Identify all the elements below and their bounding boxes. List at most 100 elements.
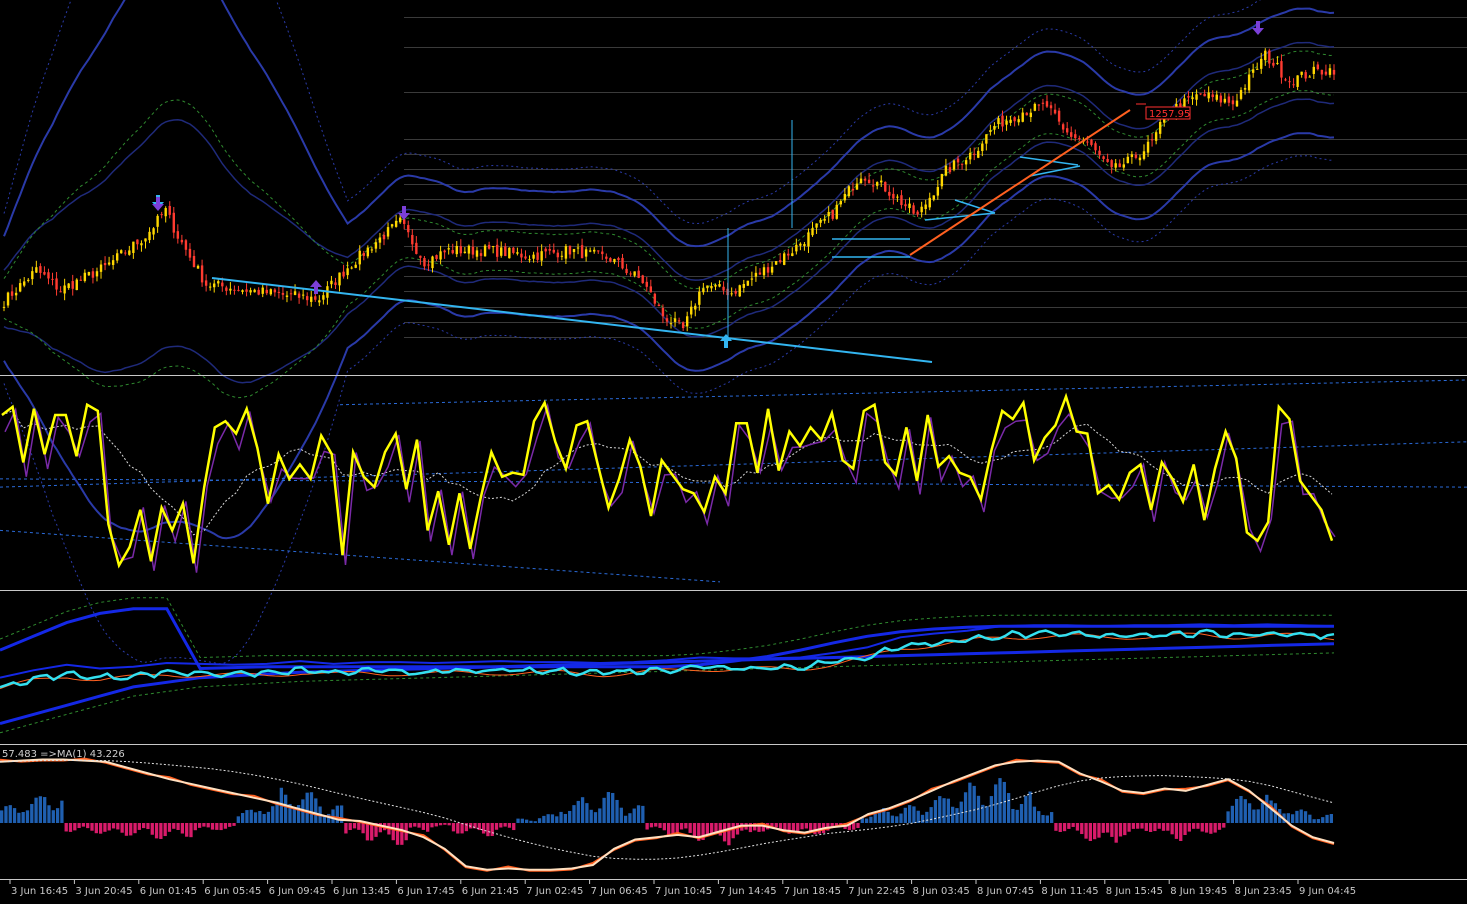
candle bbox=[1061, 124, 1065, 130]
candle bbox=[237, 289, 240, 291]
candle bbox=[738, 285, 741, 297]
candle bbox=[1142, 151, 1146, 159]
histogram-bar bbox=[1235, 798, 1239, 823]
candle bbox=[863, 178, 867, 181]
candle bbox=[597, 250, 600, 252]
candle bbox=[685, 316, 689, 327]
candle bbox=[649, 286, 653, 293]
candle bbox=[1033, 103, 1037, 111]
candle bbox=[91, 271, 95, 278]
histogram-bar bbox=[688, 823, 692, 833]
histogram-bar bbox=[593, 812, 598, 823]
histogram-bar bbox=[920, 814, 925, 823]
histogram-bar bbox=[537, 818, 542, 823]
histogram-bar bbox=[1110, 823, 1114, 837]
trading-chart: 3 Jun 16:45 3 Jun 20:45 6 Jun 01:45 6 Jun 0… bbox=[0, 0, 1467, 904]
histogram-bar bbox=[142, 823, 146, 829]
candle bbox=[576, 247, 580, 249]
histogram-bar bbox=[133, 823, 137, 834]
histogram-bar bbox=[447, 823, 451, 826]
candle bbox=[629, 273, 632, 275]
histogram-bar bbox=[258, 811, 262, 823]
histogram-bar bbox=[852, 823, 856, 830]
candle bbox=[690, 306, 693, 315]
candle bbox=[601, 251, 604, 255]
histogram-bar bbox=[284, 794, 288, 823]
candle bbox=[463, 251, 467, 253]
candle bbox=[819, 219, 822, 223]
histogram-bar bbox=[206, 823, 210, 828]
candle bbox=[673, 318, 677, 322]
candle bbox=[694, 305, 697, 310]
candle bbox=[1324, 71, 1328, 75]
candle bbox=[1057, 110, 1061, 122]
histogram-bar bbox=[1290, 814, 1295, 823]
histogram-bar bbox=[68, 823, 73, 832]
candle bbox=[148, 231, 151, 241]
candle bbox=[277, 291, 281, 293]
histogram-bar bbox=[942, 798, 946, 823]
candle bbox=[1288, 81, 1291, 83]
candle bbox=[952, 160, 956, 170]
candle bbox=[1292, 84, 1295, 86]
candle bbox=[233, 289, 236, 291]
candle bbox=[746, 280, 750, 286]
time-tick-label: 7 Jun 14:45 bbox=[719, 886, 776, 897]
candle bbox=[374, 242, 378, 249]
histogram-bar bbox=[38, 796, 43, 823]
candle bbox=[289, 293, 293, 295]
histogram-bar bbox=[1299, 809, 1303, 823]
candle bbox=[718, 284, 721, 287]
candle bbox=[31, 271, 34, 280]
candle bbox=[815, 223, 818, 228]
candle bbox=[993, 125, 996, 130]
candle bbox=[43, 272, 46, 275]
candle bbox=[1296, 75, 1299, 87]
histogram-bar bbox=[1088, 823, 1093, 841]
candle bbox=[621, 257, 624, 269]
candle bbox=[1053, 109, 1057, 114]
histogram-bar bbox=[150, 823, 154, 835]
histogram-bar bbox=[344, 823, 348, 834]
candle bbox=[217, 281, 220, 284]
candle bbox=[1013, 117, 1016, 122]
candle bbox=[706, 285, 709, 289]
candle bbox=[475, 250, 479, 257]
histogram-bar bbox=[12, 808, 17, 823]
candle bbox=[491, 246, 495, 248]
candle bbox=[1090, 139, 1093, 145]
candle bbox=[564, 246, 568, 259]
candle bbox=[1065, 128, 1069, 133]
histogram-bar bbox=[314, 798, 318, 823]
time-tick-label: 7 Jun 02:45 bbox=[526, 886, 583, 897]
histogram-bar bbox=[1196, 823, 1200, 829]
candle bbox=[560, 255, 564, 257]
candle bbox=[1280, 61, 1283, 78]
candle bbox=[1017, 119, 1020, 123]
candle bbox=[273, 289, 277, 293]
histogram-bar bbox=[129, 823, 133, 836]
candle bbox=[140, 243, 143, 246]
histogram-bar bbox=[1187, 823, 1191, 832]
histogram-bar bbox=[146, 823, 150, 830]
candle bbox=[184, 240, 188, 250]
candle bbox=[443, 250, 446, 253]
histogram-bar bbox=[1148, 823, 1153, 832]
candle bbox=[568, 245, 572, 255]
candle bbox=[107, 262, 111, 265]
candle bbox=[1122, 164, 1125, 168]
histogram-bar bbox=[189, 823, 193, 838]
candle bbox=[572, 248, 576, 253]
histogram-bar bbox=[426, 823, 430, 832]
candle bbox=[245, 289, 248, 292]
histogram-bar bbox=[576, 800, 580, 823]
candle bbox=[1251, 69, 1255, 73]
histogram-bar bbox=[1200, 823, 1204, 832]
candle bbox=[766, 267, 770, 273]
histogram-bar bbox=[176, 823, 180, 830]
histogram-bar bbox=[675, 823, 679, 833]
candle bbox=[120, 250, 123, 254]
histogram-bar bbox=[1140, 823, 1144, 829]
candle bbox=[528, 259, 531, 261]
candle bbox=[544, 248, 547, 252]
